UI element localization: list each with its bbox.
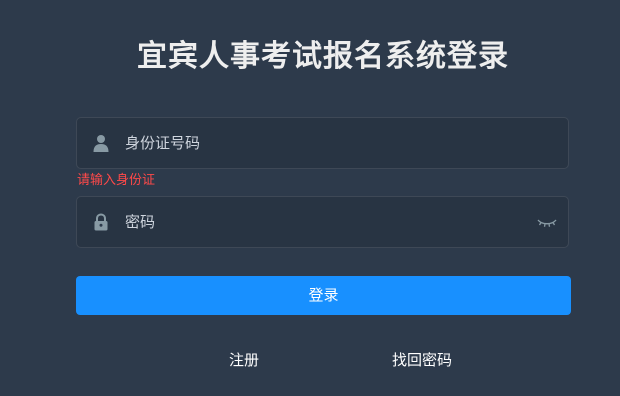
register-link[interactable]: 注册 [229, 350, 259, 370]
password-field[interactable]: 密码 [76, 196, 569, 248]
user-icon [92, 134, 110, 152]
eye-closed-icon[interactable] [537, 214, 557, 230]
id-number-input[interactable]: 身份证号码 [125, 118, 200, 168]
id-number-field[interactable]: 身份证号码 [76, 117, 569, 169]
lock-icon [92, 213, 110, 231]
password-input[interactable]: 密码 [125, 197, 155, 247]
page-title: 宜宾人事考试报名系统登录 [137, 39, 509, 74]
recover-password-link[interactable]: 找回密码 [392, 350, 452, 370]
login-button[interactable]: 登录 [76, 276, 571, 315]
id-number-error: 请输入身份证 [77, 173, 156, 188]
